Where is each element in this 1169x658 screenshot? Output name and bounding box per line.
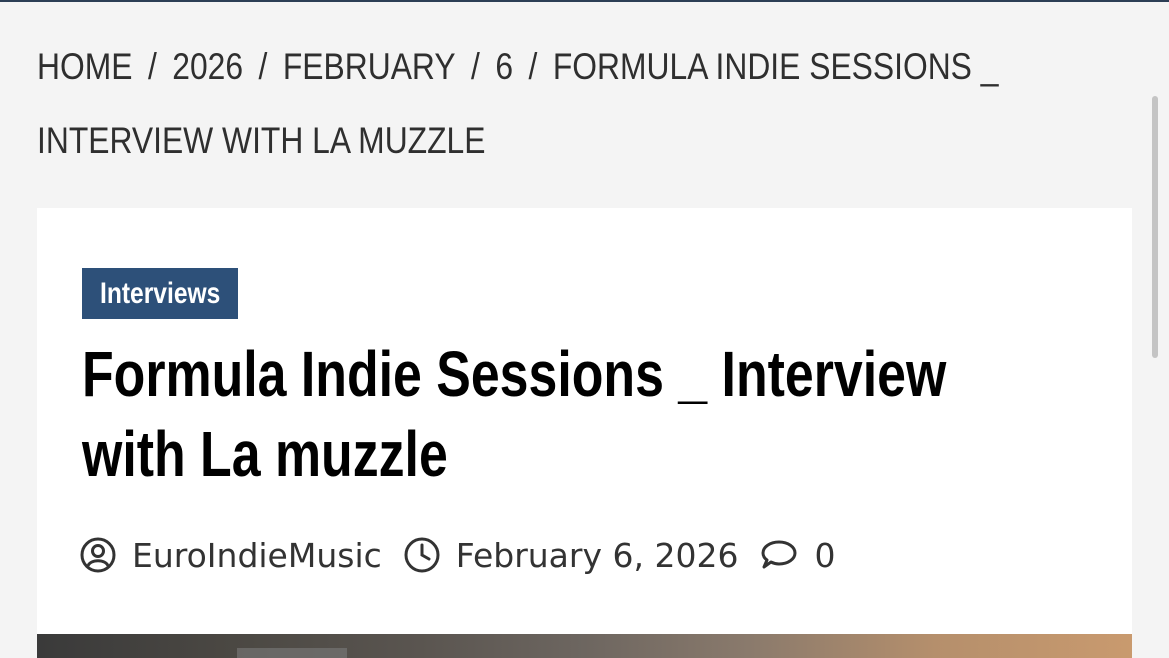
breadcrumb-separator: /	[258, 46, 268, 87]
breadcrumb-day[interactable]: 6	[495, 46, 513, 87]
author-link[interactable]: EuroIndieMusic	[80, 536, 382, 575]
scrollbar[interactable]	[1152, 96, 1158, 358]
comment-count: 0	[814, 535, 836, 575]
category-label: Interviews	[100, 277, 221, 310]
date-link[interactable]: February 6, 2026	[404, 535, 739, 575]
breadcrumb-year[interactable]: 2026	[172, 46, 243, 87]
featured-image	[37, 634, 1132, 658]
comments-link[interactable]: 0	[760, 536, 835, 575]
category-badge[interactable]: Interviews	[82, 268, 239, 319]
article-title: Formula Indie Sessions _ Interview with …	[82, 338, 947, 490]
breadcrumb-separator: /	[528, 46, 538, 87]
breadcrumb-separator: /	[471, 46, 480, 87]
top-border	[0, 0, 1169, 2]
breadcrumb-home[interactable]: HOME	[37, 46, 132, 87]
breadcrumb: HOME/2026/FEBRUARY/6/FORMULA INDIE SESSI…	[37, 30, 1116, 178]
breadcrumb-separator: /	[147, 46, 157, 87]
author-name: EuroIndieMusic	[132, 535, 382, 575]
clock-icon	[404, 537, 440, 573]
article-card: Interviews Formula Indie Sessions _ Inte…	[37, 208, 1132, 658]
breadcrumb-month[interactable]: FEBRUARY	[283, 46, 456, 87]
comment-icon	[761, 540, 797, 569]
user-circle-icon	[80, 537, 116, 573]
article-meta: EuroIndieMusic February 6, 2026 0	[80, 530, 857, 580]
post-date: February 6, 2026	[455, 535, 739, 575]
